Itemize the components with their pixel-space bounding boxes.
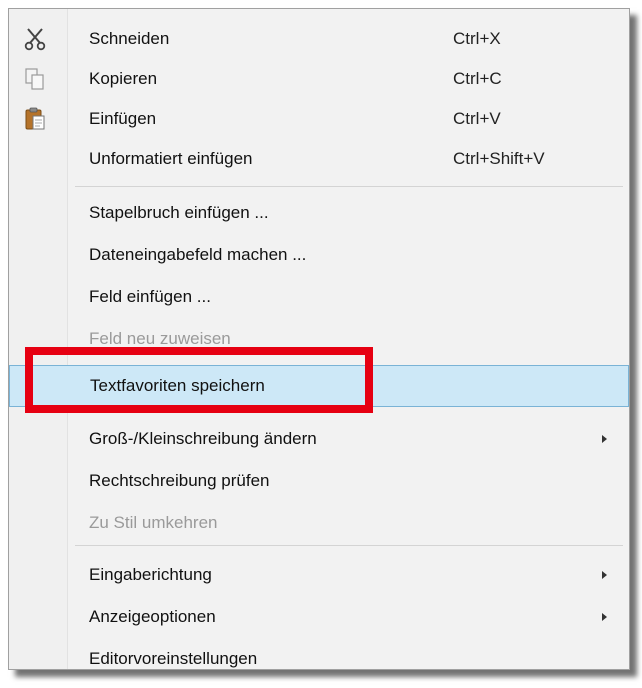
menu-item-change-case[interactable]: Groß-/Kleinschreibung ändern — [9, 419, 629, 459]
menu-item-label: Eingaberichtung — [89, 565, 212, 584]
menu-item-label: Unformatiert einfügen — [89, 149, 253, 168]
menu-item-reassign-field: Feld neu zuweisen — [9, 325, 629, 349]
menu-item-save-text-favorites[interactable]: Textfavoriten speichern — [9, 365, 629, 407]
menu-item-revert-to-style: Zu Stil umkehren — [9, 503, 629, 543]
menu-item-paste-unformatted[interactable]: Unformatiert einfügen Ctrl+Shift+V — [9, 139, 629, 179]
menu-item-shortcut: Ctrl+X — [453, 29, 501, 48]
menu-item-copy[interactable]: Kopieren Ctrl+C — [9, 59, 629, 99]
menu-item-label: Feld einfügen ... — [89, 287, 211, 306]
context-menu: Schneiden Ctrl+X Kopieren Ctrl+C Einfüge… — [8, 8, 630, 670]
menu-item-label: Groß-/Kleinschreibung ändern — [89, 429, 317, 448]
menu-item-editor-preferences[interactable]: Editorvoreinstellungen — [9, 639, 629, 679]
submenu-arrow-icon — [602, 571, 607, 579]
menu-item-label: Editorvoreinstellungen — [89, 649, 258, 668]
menu-item-label: Dateneingabefeld machen ... — [89, 245, 307, 264]
menu-item-paste[interactable]: Einfügen Ctrl+V — [9, 99, 629, 139]
copy-icon — [23, 67, 47, 91]
menu-separator — [75, 545, 623, 546]
menu-item-shortcut: Ctrl+Shift+V — [453, 149, 545, 168]
submenu-arrow-icon — [602, 435, 607, 443]
menu-item-shortcut: Ctrl+V — [453, 109, 501, 128]
paste-icon — [23, 107, 47, 131]
menu-separator — [75, 186, 623, 187]
menu-item-label: Zu Stil umkehren — [89, 513, 218, 532]
menu-item-insert-field[interactable]: Feld einfügen ... — [9, 277, 629, 317]
menu-item-display-options[interactable]: Anzeigeoptionen — [9, 597, 629, 637]
menu-item-label: Stapelbruch einfügen ... — [89, 203, 269, 222]
menu-item-spell-check[interactable]: Rechtschreibung prüfen — [9, 461, 629, 501]
menu-item-shortcut: Ctrl+C — [453, 69, 502, 88]
submenu-arrow-icon — [602, 613, 607, 621]
menu-item-label: Einfügen — [89, 109, 157, 128]
menu-item-cut[interactable]: Schneiden Ctrl+X — [9, 19, 629, 59]
menu-item-label: Schneiden — [89, 29, 170, 48]
menu-item-label: Anzeigeoptionen — [89, 607, 216, 626]
menu-item-insert-stacked-fraction[interactable]: Stapelbruch einfügen ... — [9, 193, 629, 233]
menu-item-label: Feld neu zuweisen — [89, 329, 231, 348]
menu-item-label: Kopieren — [89, 69, 158, 88]
menu-item-label: Rechtschreibung prüfen — [89, 471, 270, 490]
scissors-icon — [23, 27, 47, 51]
menu-item-input-direction[interactable]: Eingaberichtung — [9, 555, 629, 595]
menu-item-make-data-entry-field[interactable]: Dateneingabefeld machen ... — [9, 235, 629, 275]
menu-item-label: Textfavoriten speichern — [90, 376, 265, 395]
